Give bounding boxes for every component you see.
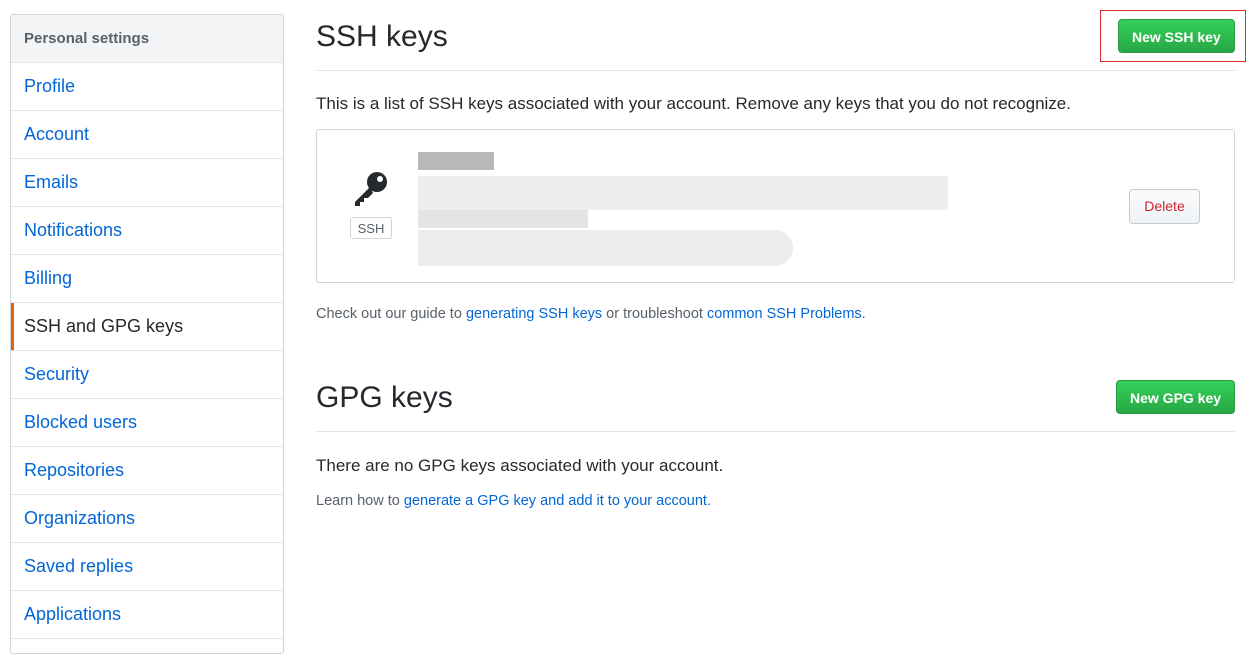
sidebar-item-label: Billing [24,268,73,288]
sidebar-item-label: Applications [24,604,122,624]
sidebar-item-blocked-users[interactable]: Blocked users [11,399,283,447]
sidebar-item-label: SSH and GPG keys [24,316,184,336]
delete-key-button[interactable]: Delete [1129,189,1200,224]
sidebar-item-label: Blocked users [24,412,138,432]
sidebar-item-notifications[interactable]: Notifications [11,207,283,255]
sidebar-item-billing[interactable]: Billing [11,255,283,303]
gpg-learn-text: Learn how to generate a GPG key and add … [316,493,711,509]
sidebar-item-label: Profile [24,76,76,96]
main-content: SSH keys New SSH key This is a list of S… [316,0,1246,509]
new-gpg-key-button[interactable]: New GPG key [1116,380,1236,414]
ssh-description: This is a list of SSH keys associated wi… [316,94,1071,113]
sidebar-item-saved-replies[interactable]: Saved replies [11,543,283,591]
gpg-keys-title: GPG keys [316,381,453,414]
sidebar-item-label: Organizations [24,508,136,528]
sidebar-item-label: Account [24,124,90,144]
key-icon [355,172,387,206]
common-ssh-problems-link[interactable]: common SSH Problems [707,306,862,322]
gpg-divider [316,431,1235,432]
learn-prefix: Learn how to [316,493,404,509]
sidebar-item-emails[interactable]: Emails [11,159,283,207]
sidebar-item-label: Saved replies [24,556,134,576]
ssh-section-header: SSH keys New SSH key [316,0,1246,71]
sidebar-item-applications[interactable]: Applications [11,591,283,639]
ssh-guide-text: Check out our guide to generating SSH ke… [316,306,866,322]
redacted-key-title [418,152,494,170]
guide-suffix: . [861,306,866,322]
sidebar-item-account[interactable]: Account [11,111,283,159]
ssh-key-item: SSH Delete [316,129,1235,283]
sidebar-item-label: Notifications [24,220,123,240]
ssh-keys-title: SSH keys [316,20,448,53]
ssh-type-badge: SSH [350,217,392,239]
guide-prefix: Check out our guide to [316,306,466,322]
sidebar-item-security[interactable]: Security [11,351,283,399]
sidebar-item-label: Emails [24,172,79,192]
generate-gpg-key-link[interactable]: generate a GPG key and add it to your ac… [404,493,707,509]
redacted-fingerprint [418,176,948,210]
generating-ssh-keys-link[interactable]: generating SSH keys [466,306,602,322]
sidebar-item-ssh-gpg-keys[interactable]: SSH and GPG keys [11,303,283,351]
sidebar-header: Personal settings [11,15,283,63]
settings-sidebar: Personal settings Profile Account Emails… [10,14,284,654]
guide-middle: or troubleshoot [602,306,707,322]
redacted-last-used [418,230,793,266]
learn-suffix: . [706,493,711,509]
gpg-empty-text: There are no GPG keys associated with yo… [316,456,724,475]
new-ssh-key-button[interactable]: New SSH key [1118,19,1235,53]
sidebar-item-profile[interactable]: Profile [11,63,283,111]
redacted-added-date [418,210,588,228]
sidebar-item-label: Repositories [24,460,125,480]
sidebar-item-repositories[interactable]: Repositories [11,447,283,495]
sidebar-item-label: Security [24,364,90,384]
highlight-box: New SSH key [1100,10,1246,62]
sidebar-item-organizations[interactable]: Organizations [11,495,283,543]
